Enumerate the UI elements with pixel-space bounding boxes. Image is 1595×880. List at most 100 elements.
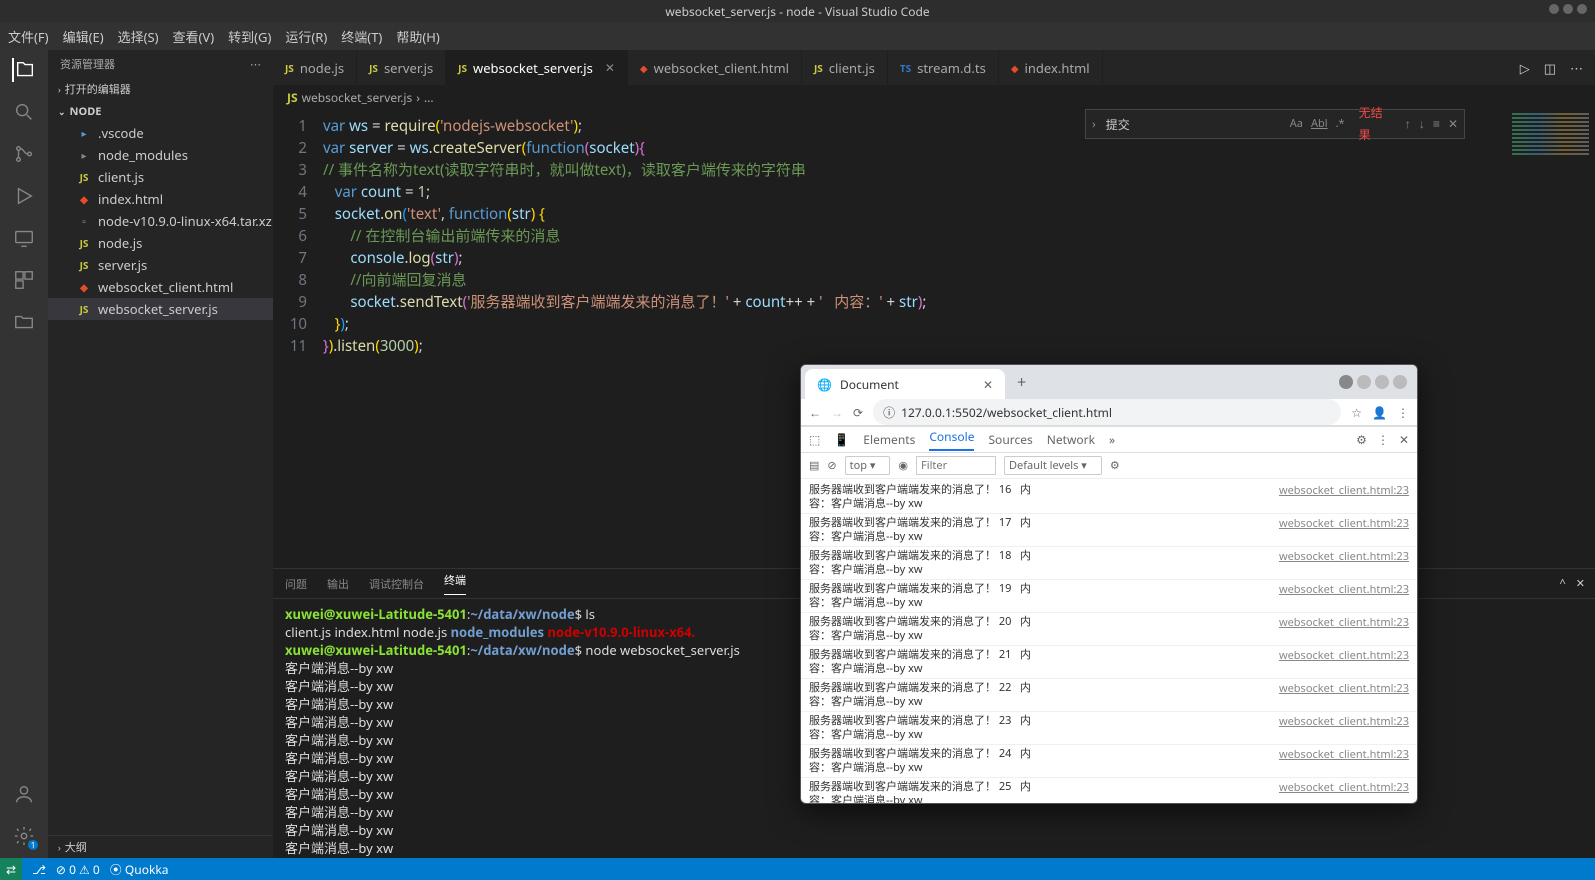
menu-terminal[interactable]: 终端(T) (341, 27, 382, 46)
url-bar[interactable]: ⓘ 127.0.0.1:5502/websocket_client.html (873, 399, 1341, 425)
log-source-link[interactable]: websocket_client.html:23 (1279, 483, 1409, 511)
menu-view[interactable]: 查看(V) (173, 27, 215, 46)
status-remote[interactable]: ⇄ (0, 858, 22, 880)
forward-icon[interactable]: → (831, 404, 843, 421)
tree-item-node.js[interactable]: JSnode.js (48, 232, 273, 254)
dt-menu-icon[interactable]: ⋮ (1377, 431, 1389, 448)
regex-icon[interactable]: .* (1336, 113, 1345, 135)
console-output[interactable]: 服务器端收到客户端端发来的消息了！ 16 内容：客户端消息--by xwwebs… (801, 479, 1417, 804)
find-selection[interactable]: ≡ (1433, 113, 1440, 135)
explorer-icon[interactable] (12, 58, 36, 82)
dt-more-tabs[interactable]: » (1109, 431, 1115, 448)
outline-section[interactable]: ›大纲 (48, 836, 273, 858)
run-icon[interactable]: ▷ (1520, 59, 1530, 77)
match-word-icon[interactable]: Abl (1311, 113, 1328, 135)
window-controls[interactable] (1549, 4, 1587, 14)
menu-file[interactable]: 文件(F) (8, 27, 49, 46)
menu-goto[interactable]: 转到(G) (228, 27, 271, 46)
find-input[interactable] (1102, 116, 1284, 133)
match-case-icon[interactable]: Aa (1290, 113, 1303, 135)
console-sidebar-icon[interactable]: ▤ (809, 458, 819, 473)
star-icon[interactable]: ☆ (1351, 404, 1362, 421)
dt-tab-console[interactable]: Console (929, 428, 974, 451)
tab-node.js[interactable]: JSnode.js (273, 50, 357, 85)
panel-tab-output[interactable]: 输出 (327, 576, 349, 592)
dt-settings-icon[interactable]: ⚙ (1356, 431, 1367, 448)
browser-window-controls[interactable] (1339, 375, 1413, 389)
status-branch[interactable]: ⎇ (32, 861, 46, 878)
reload-icon[interactable]: ⟳ (853, 404, 863, 421)
log-source-link[interactable]: websocket_client.html:23 (1279, 681, 1409, 709)
more-icon[interactable]: ⋯ (250, 57, 261, 72)
log-source-link[interactable]: websocket_client.html:23 (1279, 714, 1409, 742)
console-settings-icon[interactable]: ⚙ (1110, 458, 1120, 473)
dt-tab-network[interactable]: Network (1047, 431, 1095, 448)
back-icon[interactable]: ← (809, 404, 821, 421)
log-source-link[interactable]: websocket_client.html:23 (1279, 648, 1409, 676)
log-source-link[interactable]: websocket_client.html:23 (1279, 747, 1409, 775)
account-icon[interactable] (12, 782, 36, 806)
clear-console-icon[interactable]: ⊘ (827, 458, 836, 473)
tab-stream.d.ts[interactable]: TSstream.d.ts (888, 50, 999, 85)
find-expand[interactable]: › (1086, 113, 1102, 135)
tab-websocket_server.js[interactable]: JSwebsocket_server.js✕ (446, 50, 628, 85)
tab-websocket_client.html[interactable]: ◆websocket_client.html (628, 50, 802, 85)
find-next[interactable]: ↓ (1419, 113, 1425, 135)
tree-item-index.html[interactable]: ◆index.html (48, 188, 273, 210)
menu-icon[interactable]: ⋮ (1397, 404, 1409, 421)
close-icon[interactable]: ✕ (605, 59, 615, 76)
search-icon[interactable] (12, 100, 36, 124)
tree-item-websocket_server.js[interactable]: JSwebsocket_server.js (48, 298, 273, 320)
menu-edit[interactable]: 编辑(E) (63, 27, 104, 46)
settings-icon[interactable]: 1 (12, 824, 36, 848)
device-icon[interactable]: 📱 (834, 431, 849, 448)
tree-item-.vscode[interactable]: ▸.vscode (48, 122, 273, 144)
log-source-link[interactable]: websocket_client.html:23 (1279, 582, 1409, 610)
debug-icon[interactable] (12, 184, 36, 208)
minimap[interactable] (1505, 109, 1595, 568)
project-section[interactable]: ⌄NODE (48, 100, 273, 122)
tree-item-server.js[interactable]: JSserver.js (48, 254, 273, 276)
more-icon[interactable]: ⋯ (1570, 59, 1583, 77)
split-icon[interactable]: ◫ (1544, 59, 1556, 77)
console-context[interactable]: top ▾ (845, 456, 891, 475)
tree-item-node-v10.9.0-linux-x64.tar.xz[interactable]: ▫node-v10.9.0-linux-x64.tar.xz (48, 210, 273, 232)
tree-item-websocket_client.html[interactable]: ◆websocket_client.html (48, 276, 273, 298)
log-source-link[interactable]: websocket_client.html:23 (1279, 780, 1409, 804)
info-icon[interactable]: ⓘ (883, 404, 895, 421)
log-levels[interactable]: Default levels ▾ (1004, 456, 1102, 475)
profile-icon[interactable]: 👤 (1372, 404, 1387, 421)
status-errors[interactable]: ⊘ 0 ⚠ 0 (56, 861, 100, 878)
tab-server.js[interactable]: JSserver.js (357, 50, 446, 85)
scm-icon[interactable] (12, 142, 36, 166)
log-source-link[interactable]: websocket_client.html:23 (1279, 549, 1409, 577)
tab-close-icon[interactable]: ✕ (983, 376, 993, 393)
menu-select[interactable]: 选择(S) (118, 27, 159, 46)
dt-tab-elements[interactable]: Elements (863, 431, 915, 448)
panel-tab-problems[interactable]: 问题 (285, 576, 307, 592)
remote-icon[interactable] (12, 226, 36, 250)
live-expr-icon[interactable]: ◉ (898, 458, 908, 473)
panel-up-icon[interactable]: ^ (1559, 576, 1565, 591)
tab-client.js[interactable]: JSclient.js (802, 50, 888, 85)
inspect-icon[interactable]: ⬚ (809, 431, 820, 448)
dt-tab-sources[interactable]: Sources (988, 431, 1032, 448)
tab-index.html[interactable]: ◆index.html (999, 50, 1103, 85)
new-tab-button[interactable]: + (1009, 371, 1034, 393)
panel-tab-debug[interactable]: 调试控制台 (369, 576, 424, 592)
panel-close-icon[interactable]: ✕ (1576, 576, 1585, 591)
open-editors-section[interactable]: ›打开的编辑器 (48, 78, 273, 100)
browser-tab[interactable]: 🌐 Document ✕ (805, 369, 1005, 399)
console-filter[interactable] (916, 456, 996, 475)
folder-icon[interactable] (12, 310, 36, 334)
find-close[interactable]: ✕ (1448, 113, 1458, 135)
menu-run[interactable]: 运行(R) (285, 27, 327, 46)
find-prev[interactable]: ↑ (1405, 113, 1411, 135)
log-source-link[interactable]: websocket_client.html:23 (1279, 615, 1409, 643)
status-quokka[interactable]: ⦿ Quokka (110, 861, 169, 878)
extensions-icon[interactable] (12, 268, 36, 292)
panel-tab-terminal[interactable]: 终端 (444, 572, 466, 595)
log-source-link[interactable]: websocket_client.html:23 (1279, 516, 1409, 544)
tree-item-node_modules[interactable]: ▸node_modules (48, 144, 273, 166)
menu-help[interactable]: 帮助(H) (396, 27, 439, 46)
